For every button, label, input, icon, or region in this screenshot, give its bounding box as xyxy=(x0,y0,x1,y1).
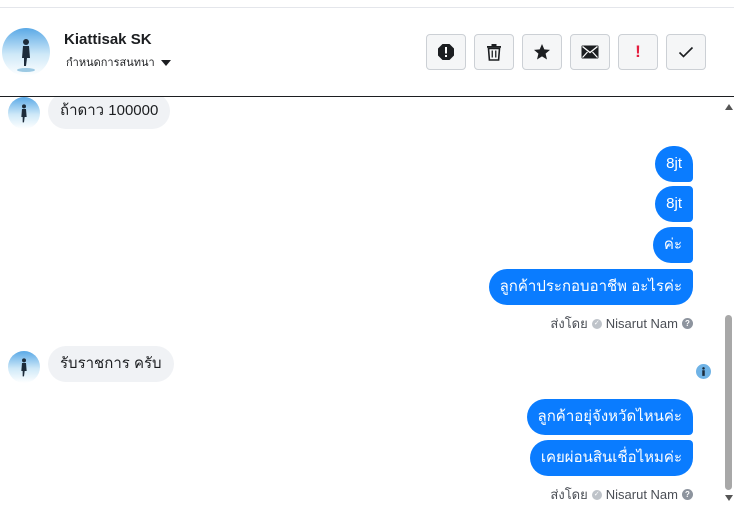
outgoing-message[interactable]: 8jt xyxy=(655,186,693,222)
vertical-scrollbar[interactable] xyxy=(722,97,734,508)
report-button[interactable] xyxy=(426,34,466,70)
message-thread: ถ้าดาว 100000 8jt 8jt ค่ะ ลูกค้าประกอบอา… xyxy=(0,97,722,508)
outgoing-message[interactable]: ลูกค้าประกอบอาชีพ อะไรค่ะ xyxy=(488,269,693,305)
contact-name[interactable]: Kiattisak SK xyxy=(64,31,152,48)
sender-name[interactable]: Nisarut Nam xyxy=(606,487,678,502)
sent-by-caption: ส่งโดย ✓ Nisarut Nam ? xyxy=(550,313,693,334)
top-bar xyxy=(0,0,734,8)
incoming-message[interactable]: รับราชการ ครับ xyxy=(48,346,174,382)
caret-down-icon xyxy=(160,59,171,66)
action-toolbar: ! xyxy=(426,34,706,70)
envelope-icon xyxy=(581,45,599,59)
conversation-header: Kiattisak SK กำหนดการสนทนา ! xyxy=(0,8,734,97)
sent-by-caption: ส่งโดย ✓ Nisarut Nam ? xyxy=(550,484,693,505)
seen-indicator-avatar xyxy=(696,364,711,379)
outgoing-message[interactable]: 8jt xyxy=(655,146,693,182)
star-icon xyxy=(534,44,550,60)
exclamation-icon: ! xyxy=(635,42,641,61)
check-circle-icon: ✓ xyxy=(591,489,602,500)
sender-name[interactable]: Nisarut Nam xyxy=(606,316,678,331)
contact-avatar-small[interactable] xyxy=(8,97,40,129)
sent-by-label: ส่งโดย xyxy=(550,487,588,502)
outgoing-message[interactable]: ค่ะ xyxy=(652,227,693,263)
conversation-settings-dropdown[interactable]: กำหนดการสนทนา xyxy=(66,53,171,71)
trash-icon xyxy=(487,44,501,61)
help-icon[interactable]: ? xyxy=(682,318,693,329)
star-button[interactable] xyxy=(522,34,562,70)
sent-by-label: ส่งโดย xyxy=(550,316,588,331)
flag-spam-button[interactable]: ! xyxy=(618,34,658,70)
delete-button[interactable] xyxy=(474,34,514,70)
checkmark-icon xyxy=(678,46,694,58)
help-icon[interactable]: ? xyxy=(682,489,693,500)
scroll-down-arrow-icon[interactable] xyxy=(725,495,733,501)
mark-unread-button[interactable] xyxy=(570,34,610,70)
mark-done-button[interactable] xyxy=(666,34,706,70)
report-icon xyxy=(438,44,454,60)
scrollbar-thumb[interactable] xyxy=(725,315,732,490)
conversation-settings-label: กำหนดการสนทนา xyxy=(66,57,155,69)
outgoing-message[interactable]: ลูกค้าอยุ่จังหวัดไหนค่ะ xyxy=(526,399,693,435)
scroll-up-arrow-icon[interactable] xyxy=(725,104,733,110)
contact-avatar-small[interactable] xyxy=(8,351,40,383)
check-circle-icon: ✓ xyxy=(591,318,602,329)
contact-avatar[interactable] xyxy=(2,28,50,76)
outgoing-message[interactable]: เคยผ่อนสินเชื่อไหมค่ะ xyxy=(529,440,693,476)
incoming-message[interactable]: ถ้าดาว 100000 xyxy=(48,97,171,129)
